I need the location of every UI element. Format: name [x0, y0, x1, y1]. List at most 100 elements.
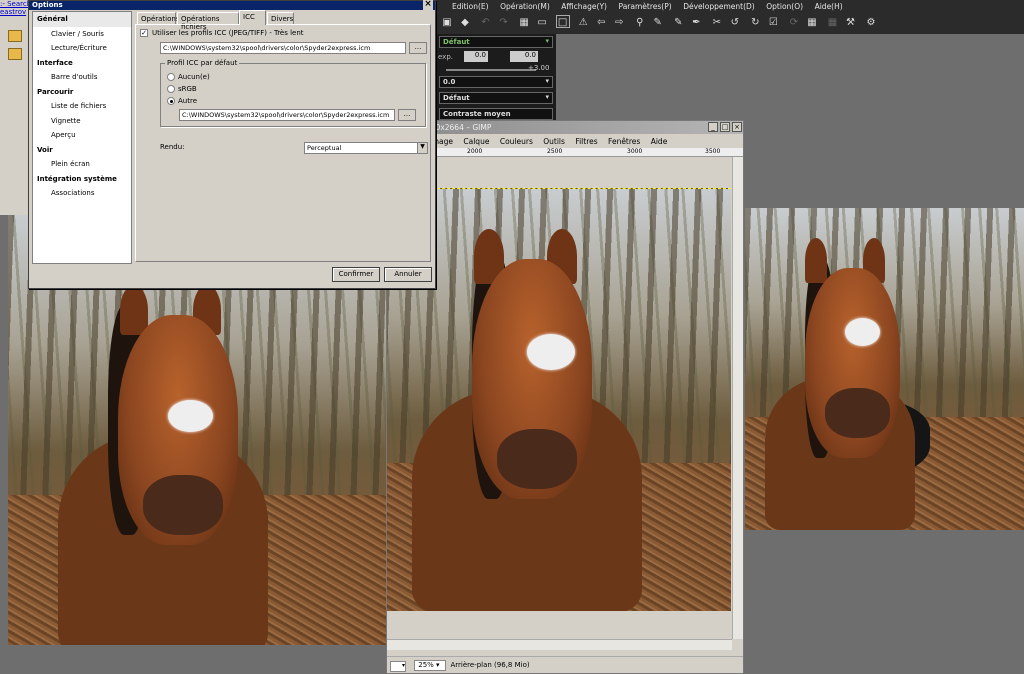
ruler-label: 2000	[467, 148, 483, 155]
redo-icon[interactable]: ↷	[497, 16, 511, 29]
back-icon[interactable]: ⇦	[594, 16, 608, 29]
nav-associations[interactable]: Associations	[33, 186, 131, 201]
nav-apercu[interactable]: Aperçu	[33, 128, 131, 143]
gimp-menu-outils[interactable]: Outils	[543, 137, 565, 146]
undo-icon[interactable]: ↶	[479, 16, 493, 29]
rotate-left-icon[interactable]: ↺	[728, 16, 742, 29]
rotate-right-icon[interactable]: ↻	[748, 16, 762, 29]
nav-interface[interactable]: Interface	[33, 56, 131, 71]
menu-developpement[interactable]: Développement(D)	[683, 2, 755, 11]
group-title: Profil ICC par défaut	[165, 59, 240, 67]
hammer-icon[interactable]: ⚒	[843, 16, 857, 29]
nav-integration-systeme[interactable]: Intégration système	[33, 172, 131, 187]
other-path-field[interactable]: C:\WINDOWS\system32\spool\drivers\color\…	[179, 109, 395, 121]
menu-aide[interactable]: Aide(H)	[815, 2, 843, 11]
minimize-button[interactable]: _	[708, 122, 718, 132]
gimp-menu-filtres[interactable]: Filtres	[575, 137, 597, 146]
options-dialog: Options × Général Clavier / Souris Lectur…	[28, 0, 436, 289]
use-icc-checkbox[interactable]: ✓	[140, 29, 148, 37]
browse-button-2[interactable]: ...	[398, 109, 416, 121]
confirm-button[interactable]: Confirmer	[332, 267, 380, 282]
pen-icon[interactable]: ✒	[689, 16, 703, 29]
forward-icon[interactable]: ⇨	[612, 16, 626, 29]
layout-icon[interactable]: ▭	[535, 16, 549, 29]
dark-app-toolbar: Edition(E) Opération(M) Affichage(Y) Par…	[430, 0, 1024, 34]
gimp-menu-fenetres[interactable]: Fenêtres	[608, 137, 640, 146]
nav-plein-ecran[interactable]: Plein écran	[33, 157, 131, 172]
radio-autre-label: Autre	[178, 97, 198, 105]
radio-aucun-label: Aucun(e)	[178, 73, 210, 81]
radio-aucun[interactable]	[167, 73, 175, 81]
settings-icon[interactable]: ⚙	[864, 16, 878, 29]
right-photo	[745, 208, 1024, 530]
preset-select-2[interactable]: Défaut ▾	[439, 92, 553, 104]
zoom-select[interactable]: 25% ▾	[414, 660, 447, 671]
cancel-button[interactable]: Annuler	[384, 267, 432, 282]
exp-input-1[interactable]: 0.0	[464, 51, 488, 62]
warning-icon[interactable]: ⚠	[576, 16, 590, 29]
profile-path-field[interactable]: C:\WINDOWS\system32\spool\drivers\color\…	[160, 42, 406, 54]
browse-button[interactable]: ...	[409, 42, 427, 54]
gimp-menu-couleurs[interactable]: Couleurs	[500, 137, 533, 146]
vertical-scrollbar[interactable]	[732, 157, 743, 639]
close-button[interactable]: ×	[732, 122, 742, 132]
ruler-label: 3000	[627, 148, 643, 155]
eraser-icon[interactable]: ◆	[458, 16, 472, 29]
maximize-button[interactable]: □	[720, 122, 730, 132]
menu-affichage[interactable]: Affichage(Y)	[561, 2, 607, 11]
value-select[interactable]: 0.0 ▾	[439, 76, 553, 88]
nav-lecture-ecriture[interactable]: Lecture/Écriture	[33, 41, 131, 56]
folder-icon[interactable]	[8, 30, 22, 42]
tab-icc[interactable]: ICC	[239, 10, 266, 25]
nav-voir[interactable]: Voir	[33, 143, 131, 158]
grid2-icon[interactable]: ▦	[805, 16, 819, 29]
ruler-label: 3500	[705, 148, 721, 155]
chevron-down-icon: ▼	[417, 143, 427, 153]
sync-icon[interactable]: ⟳	[787, 16, 801, 29]
use-icc-label: Utiliser les profils ICC (JPEG/TIFF) - T…	[152, 29, 304, 37]
open-icon[interactable]: ▣	[440, 16, 454, 29]
folder-icon[interactable]	[8, 48, 22, 60]
grid-icon[interactable]: ▦	[517, 16, 531, 29]
zoom-icon[interactable]: ⚲	[633, 16, 647, 29]
nav-liste-fichiers[interactable]: Liste de fichiers	[33, 99, 131, 114]
tool-icon[interactable]: ✂	[710, 16, 724, 29]
exp-offset: +3.00	[528, 64, 550, 72]
rendu-select[interactable]: Perceptual ▼	[304, 142, 428, 154]
nav-barre-outils[interactable]: Barre d'outils	[33, 70, 131, 85]
close-button[interactable]: ×	[423, 0, 433, 10]
gimp-menu-calque[interactable]: Calque	[463, 137, 489, 146]
picker2-icon[interactable]: ✎	[671, 16, 685, 29]
contrast-select[interactable]: Contraste moyen	[439, 108, 553, 120]
gimp-menu-aide[interactable]: Aide	[651, 137, 668, 146]
dark-side-panel: Défaut ▾ exp. 0.0 0.0 +3.00 0.0 ▾ Défaut ▾ …	[436, 34, 556, 122]
nav-vignette[interactable]: Vignette	[33, 114, 131, 129]
picker-icon[interactable]: ✎	[651, 16, 665, 29]
search-link[interactable]: :- Search	[0, 0, 31, 8]
unit-select[interactable]: ▾	[390, 661, 406, 672]
menu-parametres[interactable]: Paramètres(P)	[619, 2, 672, 11]
nav-clavier-souris[interactable]: Clavier / Souris	[33, 27, 131, 42]
grid3-icon[interactable]: ▦	[825, 16, 839, 29]
menu-option[interactable]: Option(O)	[766, 2, 803, 11]
menu-operation[interactable]: Opération(M)	[500, 2, 550, 11]
single-view-icon[interactable]: □	[555, 15, 570, 28]
gimp-canvas-image[interactable]	[387, 188, 731, 611]
radio-autre[interactable]	[167, 97, 175, 105]
radio-srgb-label: sRGB	[178, 85, 197, 93]
nav-general[interactable]: Général	[33, 12, 131, 27]
exp-slider[interactable]	[446, 69, 536, 71]
user-link[interactable]: eastrov	[0, 8, 28, 16]
menu-edition[interactable]: Edition(E)	[452, 2, 489, 11]
exp-input-2[interactable]: 0.0	[510, 51, 538, 62]
horizontal-scrollbar[interactable]	[387, 639, 732, 650]
gimp-status-bar: ▾ 25% ▾ Arrière-plan (96,8 Mio)	[387, 656, 743, 673]
check-icon[interactable]: ☑	[766, 16, 780, 29]
dialog-title: Options	[32, 1, 63, 9]
dark-menu-bar: Edition(E) Opération(M) Affichage(Y) Par…	[430, 0, 1024, 13]
nav-parcourir[interactable]: Parcourir	[33, 85, 131, 100]
dark-icon-row: ▣ ◆ ↶ ↷ ▦ ▭ □ ⚠ ⇦ ⇨ ⚲ ✎ ✎ ✒ ✂ ↺ ↻ ☑ ⟳ ▦ ▦ ⚒ ⚙	[430, 13, 1024, 29]
rendu-label: Rendu:	[160, 143, 185, 151]
preset-select[interactable]: Défaut ▾	[439, 36, 553, 48]
radio-srgb[interactable]	[167, 85, 175, 93]
